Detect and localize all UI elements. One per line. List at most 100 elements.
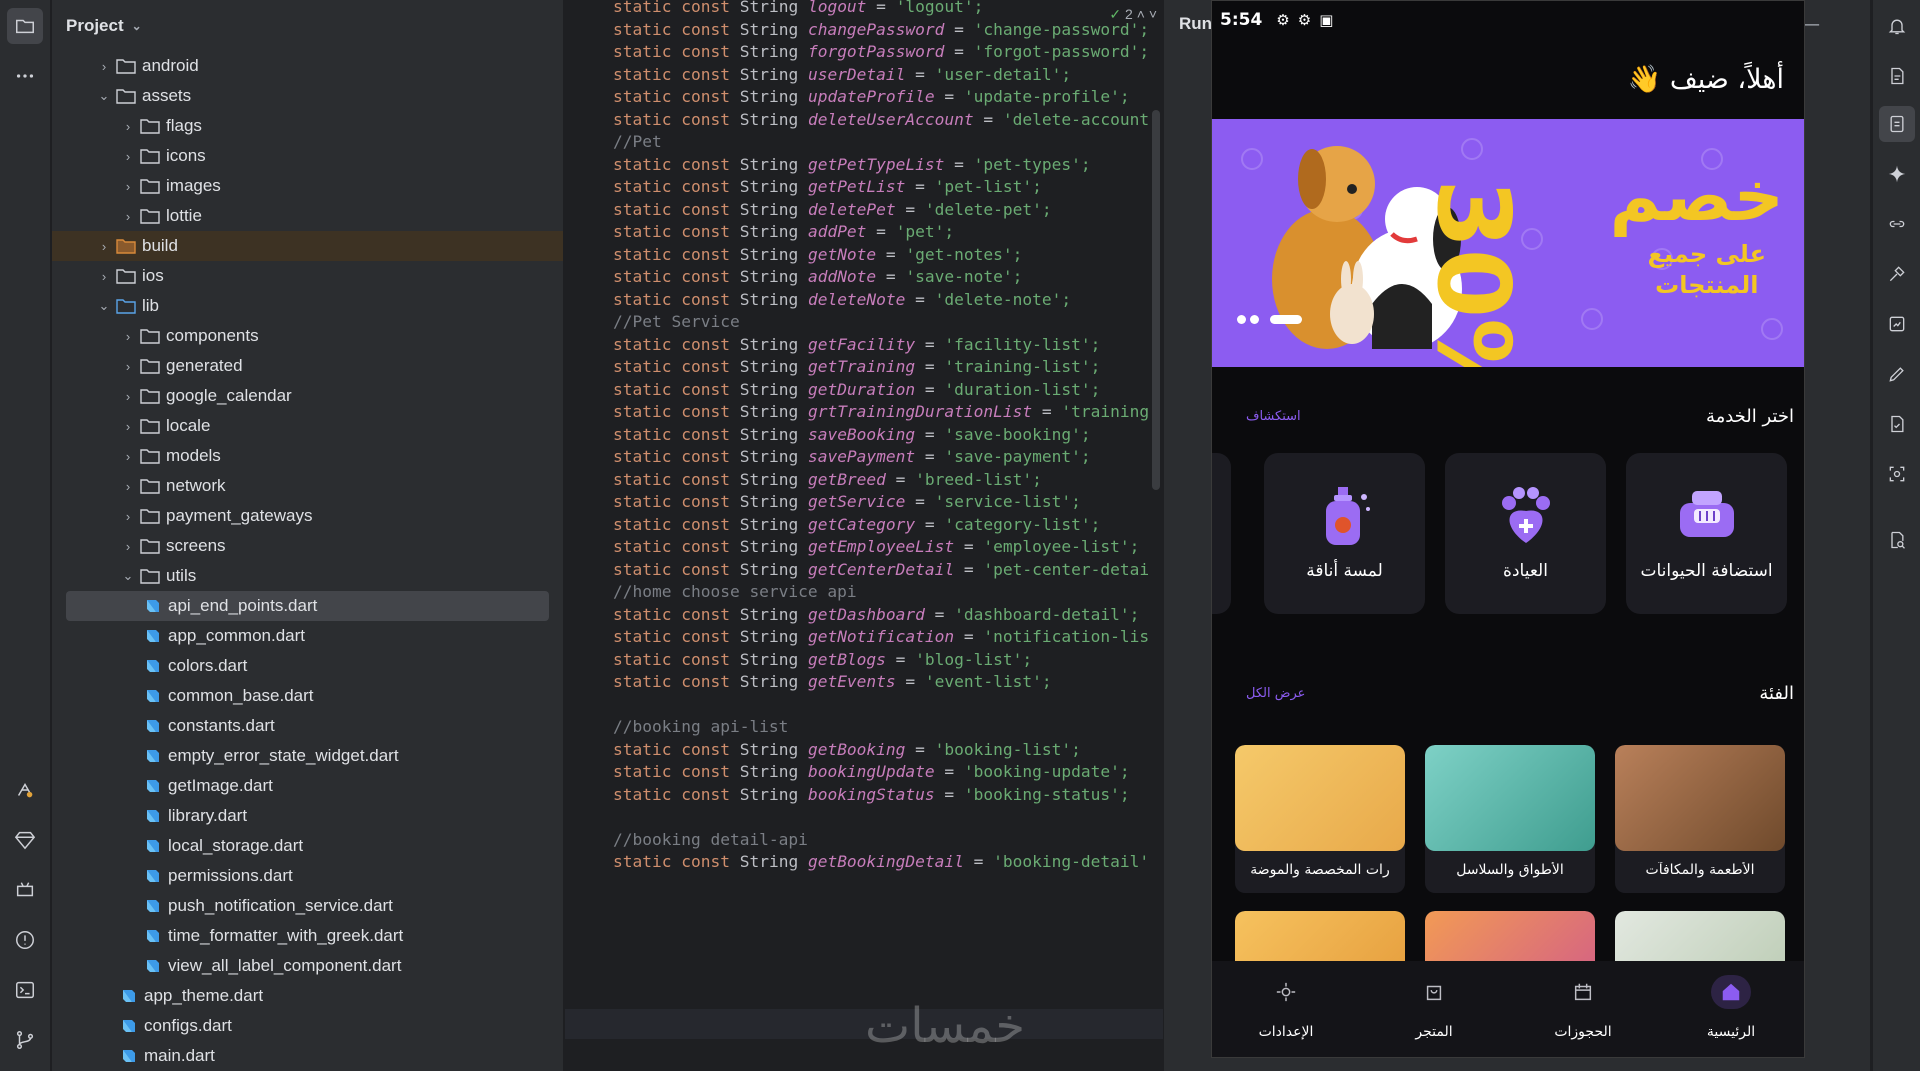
code-token: =: [973, 109, 1003, 129]
git-branch-icon[interactable]: [7, 1022, 43, 1058]
tree-folder[interactable]: › generated: [52, 351, 563, 381]
chevron-right-icon[interactable]: ›: [120, 419, 136, 434]
chevron-right-icon[interactable]: ›: [120, 119, 136, 134]
tree-folder[interactable]: › lottie: [52, 201, 563, 231]
tree-file[interactable]: library.dart: [52, 801, 563, 831]
tree-file[interactable]: common_base.dart: [52, 681, 563, 711]
screenshot-icon[interactable]: [1879, 456, 1915, 492]
chevron-right-icon[interactable]: ›: [120, 449, 136, 464]
tree-file[interactable]: local_storage.dart: [52, 831, 563, 861]
service-card-hidden[interactable]: [1212, 453, 1231, 614]
chevron-down-icon[interactable]: ⌄: [132, 19, 142, 33]
chevron-down-icon[interactable]: ˅: [1149, 6, 1157, 22]
chevron-up-icon[interactable]: ˄: [1137, 6, 1145, 22]
problems-icon[interactable]: [7, 922, 43, 958]
tree-file[interactable]: configs.dart: [52, 1011, 563, 1041]
tree-folder[interactable]: › android: [52, 51, 563, 81]
code-editor[interactable]: static const String logout = 'logout'; st…: [565, 0, 1163, 1071]
phone-emulator-screen[interactable]: 5:54 ⚙⚙▣ أهلاً، ضيف 👋 30% خصم على جميع ا…: [1211, 0, 1805, 1058]
tree-folder[interactable]: › icons: [52, 141, 563, 171]
tree-folder[interactable]: › locale: [52, 411, 563, 441]
running-devices-icon[interactable]: [1879, 106, 1915, 142]
chevron-right-icon[interactable]: ›: [120, 329, 136, 344]
search-document-icon[interactable]: [1879, 522, 1915, 558]
tree-file[interactable]: push_notification_service.dart: [52, 891, 563, 921]
project-panel-header[interactable]: Project ⌄: [52, 0, 563, 51]
category-card[interactable]: رات المخصصة والموضة: [1235, 745, 1405, 893]
tree-folder[interactable]: › build: [52, 231, 563, 261]
category-card[interactable]: الأطعمة والمكافآت: [1615, 745, 1785, 893]
nav-item[interactable]: الحجوزات: [1509, 961, 1657, 1057]
code-token: 'breed-list';: [915, 469, 1042, 489]
chevron-right-icon[interactable]: ›: [96, 59, 112, 74]
carousel-dot[interactable]: [1250, 315, 1259, 324]
tree-file[interactable]: empty_error_state_widget.dart: [52, 741, 563, 771]
service-card-clinic[interactable]: العيادة: [1445, 453, 1606, 614]
more-tools-icon[interactable]: [7, 58, 43, 94]
tree-folder[interactable]: › payment_gateways: [52, 501, 563, 531]
nav-item[interactable]: الإعدادات: [1212, 961, 1360, 1057]
chevron-right-icon[interactable]: ›: [120, 479, 136, 494]
chevron-right-icon[interactable]: ›: [96, 239, 112, 254]
document-check-icon[interactable]: [1879, 406, 1915, 442]
nav-item[interactable]: المتجر: [1360, 961, 1508, 1057]
tree-folder[interactable]: ⌄ assets: [52, 81, 563, 111]
link-icon[interactable]: [1879, 206, 1915, 242]
tree-folder[interactable]: ⌄ lib: [52, 291, 563, 321]
flutter-inspector-icon[interactable]: [7, 772, 43, 808]
service-card-grooming[interactable]: لمسة أناقة: [1264, 453, 1425, 614]
terminal-icon[interactable]: [7, 972, 43, 1008]
tree-file[interactable]: permissions.dart: [52, 861, 563, 891]
tree-folder[interactable]: › components: [52, 321, 563, 351]
chevron-right-icon[interactable]: ›: [120, 509, 136, 524]
logcat-icon[interactable]: [7, 872, 43, 908]
tree-file[interactable]: time_formatter_with_greek.dart: [52, 921, 563, 951]
editor-scrollbar[interactable]: [1152, 110, 1160, 490]
service-card-pet-hosting[interactable]: استضافة الحيوانات: [1626, 453, 1787, 614]
gem-icon[interactable]: [7, 822, 43, 858]
chevron-right-icon[interactable]: ›: [120, 359, 136, 374]
chevron-down-icon[interactable]: ⌄: [120, 568, 136, 584]
tree-file[interactable]: colors.dart: [52, 651, 563, 681]
carousel-dot-active[interactable]: [1270, 315, 1302, 324]
chevron-right-icon[interactable]: ›: [120, 389, 136, 404]
chevron-down-icon[interactable]: ⌄: [96, 88, 112, 104]
tree-file[interactable]: app_theme.dart: [52, 981, 563, 1011]
tree-folder[interactable]: ⌄ utils: [52, 561, 563, 591]
chevron-right-icon[interactable]: ›: [96, 269, 112, 284]
chevron-right-icon[interactable]: ›: [120, 539, 136, 554]
carousel-dot[interactable]: [1237, 315, 1246, 324]
tools-icon[interactable]: [1879, 256, 1915, 292]
tree-folder[interactable]: › flags: [52, 111, 563, 141]
tree-file[interactable]: view_all_label_component.dart: [52, 951, 563, 981]
tree-folder[interactable]: › ios: [52, 261, 563, 291]
tree-folder[interactable]: › screens: [52, 531, 563, 561]
tree-folder[interactable]: › models: [52, 441, 563, 471]
notifications-icon[interactable]: [1879, 8, 1915, 44]
tree-file[interactable]: app_common.dart: [52, 621, 563, 651]
view-all-link[interactable]: عرض الكل: [1246, 686, 1305, 701]
nav-item[interactable]: الرئيسية: [1657, 961, 1804, 1057]
gemini-icon[interactable]: [1879, 156, 1915, 192]
chevron-right-icon[interactable]: ›: [120, 209, 136, 224]
chevron-right-icon[interactable]: ›: [120, 179, 136, 194]
promo-banner[interactable]: 30% خصم على جميع المنتجات: [1212, 119, 1804, 367]
category-card[interactable]: الأطواق والسلاسل: [1425, 745, 1595, 893]
edit-pen-icon[interactable]: [1879, 356, 1915, 392]
tree-file[interactable]: getImage.dart: [52, 771, 563, 801]
code-token: const: [681, 199, 740, 219]
minimize-icon[interactable]: —: [1802, 14, 1840, 35]
project-folder-icon[interactable]: [7, 8, 43, 44]
tree-file[interactable]: main.dart: [52, 1041, 563, 1071]
tree-folder[interactable]: › network: [52, 471, 563, 501]
tree-file[interactable]: api_end_points.dart: [66, 591, 549, 621]
tree-folder[interactable]: › images: [52, 171, 563, 201]
tree-folder[interactable]: › google_calendar: [52, 381, 563, 411]
inspection-widget[interactable]: ✓ 2 ˄ ˅: [1109, 6, 1157, 23]
chevron-right-icon[interactable]: ›: [120, 149, 136, 164]
layout-inspector-icon[interactable]: [1879, 306, 1915, 342]
device-file-explorer-icon[interactable]: [1879, 58, 1915, 94]
chevron-down-icon[interactable]: ⌄: [96, 298, 112, 314]
explore-link[interactable]: استكشاف: [1246, 409, 1301, 424]
tree-file[interactable]: constants.dart: [52, 711, 563, 741]
